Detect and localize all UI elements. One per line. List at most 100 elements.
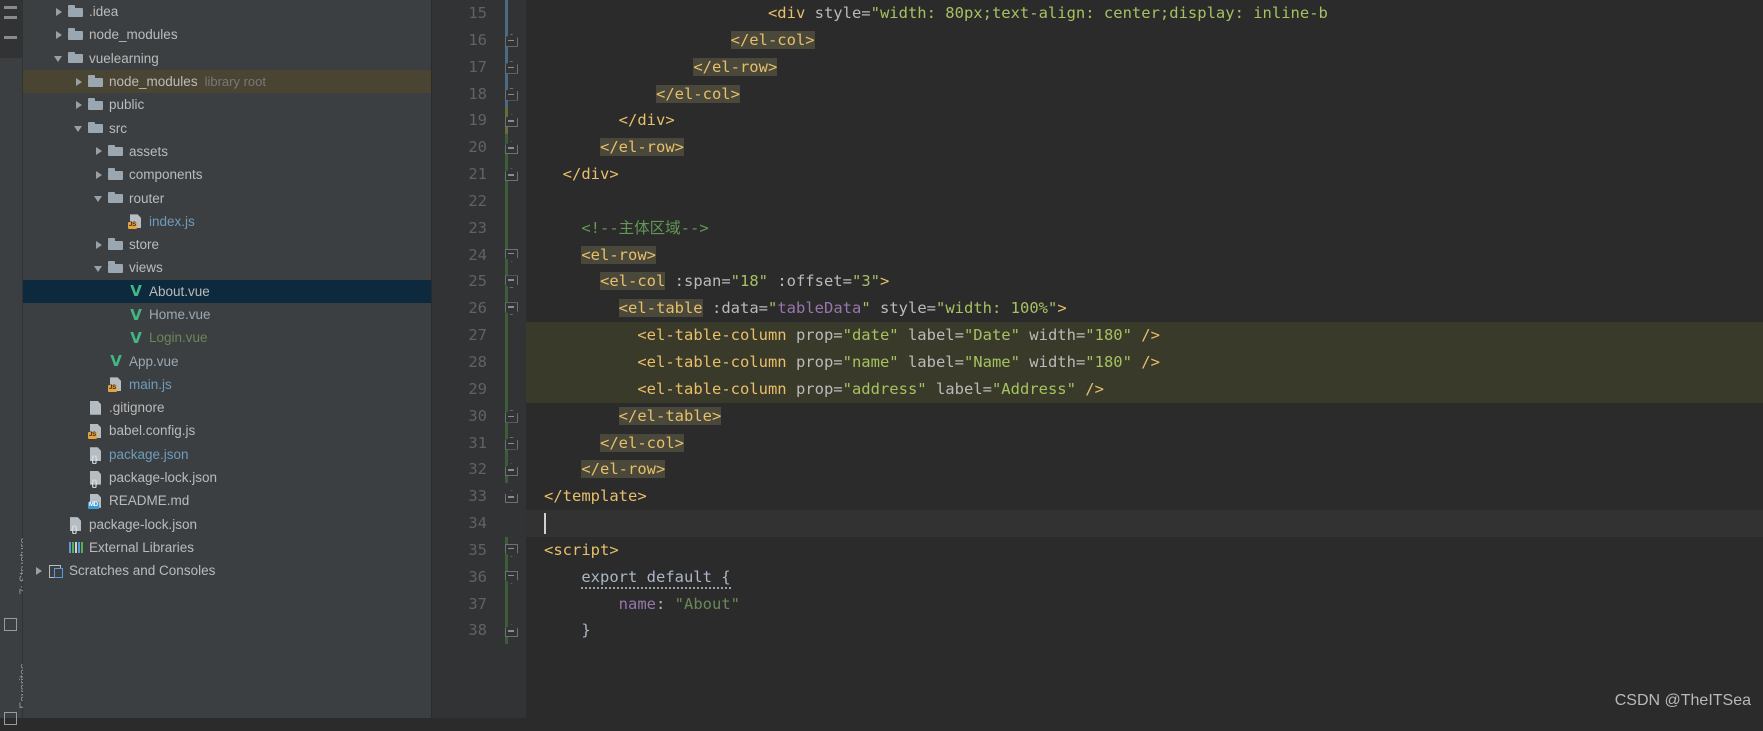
fold-gutter-row[interactable] — [496, 241, 526, 269]
fold-collapse-down-icon[interactable] — [505, 463, 518, 477]
code-line[interactable] — [526, 188, 1763, 215]
tree-item-package-json[interactable]: {} package.json — [23, 443, 431, 466]
chevron-right-icon[interactable] — [73, 76, 85, 88]
fold-gutter-row[interactable] — [496, 348, 526, 376]
tree-item-public[interactable]: public — [23, 93, 431, 116]
code-line[interactable]: <el-table-column prop="name" label="Name… — [526, 348, 1763, 376]
fold-collapse-down-icon[interactable] — [505, 168, 518, 182]
tree-item-node-modules[interactable]: node_modules — [23, 23, 431, 46]
code-line[interactable]: </template> — [526, 483, 1763, 510]
tree-item-components[interactable]: components — [23, 163, 431, 186]
code-line[interactable]: <el-table-column prop="address" label="A… — [526, 375, 1763, 403]
code-line[interactable]: name: "About" — [526, 591, 1763, 618]
chevron-right-icon[interactable] — [73, 99, 85, 111]
tree-item-external-libraries[interactable]: External Libraries — [23, 536, 431, 559]
tree-item-login-vue[interactable]: V Login.vue — [23, 326, 431, 349]
chevron-right-icon[interactable] — [53, 6, 65, 18]
code-line[interactable]: <el-row> — [526, 242, 1763, 269]
code-line[interactable]: </el-col> — [526, 430, 1763, 457]
fold-gutter-row[interactable] — [496, 536, 526, 564]
chevron-down-icon[interactable] — [93, 262, 105, 274]
fold-collapse-down-icon[interactable] — [505, 624, 518, 638]
code-line[interactable]: </el-row> — [526, 456, 1763, 483]
fold-gutter-row[interactable] — [496, 187, 526, 215]
code-line[interactable]: <el-table :data="tableData" style="width… — [526, 295, 1763, 322]
code-line[interactable] — [526, 510, 1763, 537]
fold-collapse-up-icon[interactable] — [505, 248, 518, 262]
tree-item-index-js[interactable]: JS index.js — [23, 210, 431, 233]
tree-item-scratches-and-consoles[interactable]: Scratches and Consoles — [23, 559, 431, 582]
fold-collapse-down-icon[interactable] — [505, 33, 518, 47]
tree-item-src[interactable]: src — [23, 116, 431, 139]
code-line[interactable]: </el-col> — [526, 27, 1763, 54]
tree-item-idea[interactable]: .idea — [23, 0, 431, 23]
code-line[interactable]: </div> — [526, 161, 1763, 188]
fold-gutter-row[interactable] — [496, 617, 526, 645]
fold-gutter-row[interactable] — [496, 590, 526, 618]
tree-item-app-vue[interactable]: V App.vue — [23, 349, 431, 372]
chevron-down-icon[interactable] — [93, 192, 105, 204]
favorites-tool-icon[interactable] — [4, 712, 17, 725]
fold-gutter-row[interactable] — [496, 295, 526, 323]
code-line[interactable]: </el-col> — [526, 81, 1763, 108]
project-tree-panel[interactable]: .idea node_modules vuelearning node_modules… — [23, 0, 432, 718]
fold-gutter-row[interactable] — [496, 53, 526, 81]
tree-item-about-vue[interactable]: V About.vue — [23, 279, 431, 303]
fold-gutter-row[interactable] — [496, 214, 526, 242]
fold-collapse-down-icon[interactable] — [505, 436, 518, 450]
tree-item-babel-config-js[interactable]: JS babel.config.js — [23, 419, 431, 442]
fold-gutter-row[interactable] — [496, 268, 526, 296]
code-line[interactable]: </el-table> — [526, 403, 1763, 430]
fold-gutter-row[interactable] — [496, 483, 526, 510]
fold-collapse-down-icon[interactable] — [505, 87, 518, 101]
chevron-right-icon[interactable] — [93, 169, 105, 181]
tree-item-package-lock-json[interactable]: {} package-lock.json — [23, 513, 431, 536]
chevron-right-icon[interactable] — [53, 29, 65, 41]
fold-collapse-down-icon[interactable] — [505, 490, 518, 504]
code-line[interactable]: } — [526, 617, 1763, 644]
chevron-down-icon[interactable] — [73, 122, 85, 134]
fold-collapse-down-icon[interactable] — [505, 114, 518, 128]
tree-item-vuelearning[interactable]: vuelearning — [23, 47, 431, 70]
fold-gutter-row[interactable] — [496, 134, 526, 162]
tree-item-gitignore[interactable]: .gitignore — [23, 396, 431, 419]
tree-item-package-lock-json[interactable]: {} package-lock.json — [23, 466, 431, 489]
structure-tool-icon[interactable] — [4, 618, 17, 631]
chevron-right-icon[interactable] — [33, 565, 45, 577]
fold-gutter-row[interactable] — [496, 322, 526, 349]
fold-gutter-row[interactable] — [496, 375, 526, 403]
fold-gutter-row[interactable] — [496, 402, 526, 430]
fold-collapse-up-icon[interactable] — [505, 275, 518, 289]
tree-item-views[interactable]: views — [23, 256, 431, 279]
code-folding-gutter[interactable] — [496, 0, 526, 718]
tree-item-main-js[interactable]: JS main.js — [23, 373, 431, 396]
tree-item-readme-md[interactable]: MD README.md — [23, 489, 431, 512]
chevron-down-icon[interactable] — [53, 52, 65, 64]
code-line[interactable]: </el-row> — [526, 54, 1763, 81]
fold-collapse-down-icon[interactable] — [505, 409, 518, 423]
fold-gutter-row[interactable] — [496, 429, 526, 457]
fold-gutter-row[interactable] — [496, 161, 526, 188]
code-line[interactable]: export default { — [526, 564, 1763, 591]
fold-gutter-row[interactable] — [496, 26, 526, 54]
tree-item-node-modules[interactable]: node_modules library root — [23, 69, 431, 94]
chevron-right-icon[interactable] — [93, 145, 105, 157]
fold-gutter-row[interactable] — [496, 80, 526, 108]
code-line[interactable]: <div style="width: 80px;text-align: cent… — [526, 0, 1763, 27]
tree-item-assets[interactable]: assets — [23, 140, 431, 163]
fold-gutter-row[interactable] — [496, 0, 526, 27]
tree-item-store[interactable]: store — [23, 233, 431, 256]
fold-collapse-up-icon[interactable] — [505, 570, 518, 584]
fold-gutter-row[interactable] — [496, 510, 526, 537]
fold-gutter-row[interactable] — [496, 107, 526, 135]
tree-item-router[interactable]: router — [23, 186, 431, 209]
fold-collapse-down-icon[interactable] — [505, 141, 518, 155]
code-line[interactable]: <!--主体区域--> — [526, 215, 1763, 242]
code-line[interactable]: </el-row> — [526, 134, 1763, 161]
code-line[interactable]: <script> — [526, 537, 1763, 564]
code-editor[interactable]: 15 16 17 18 19 20 21 22 23 24 25 26 27 28 29 30 31 32 33 34… — [432, 0, 1763, 718]
fold-collapse-up-icon[interactable] — [505, 543, 518, 557]
chevron-right-icon[interactable] — [93, 239, 105, 251]
tree-item-home-vue[interactable]: V Home.vue — [23, 303, 431, 326]
code-line[interactable]: </div> — [526, 107, 1763, 134]
